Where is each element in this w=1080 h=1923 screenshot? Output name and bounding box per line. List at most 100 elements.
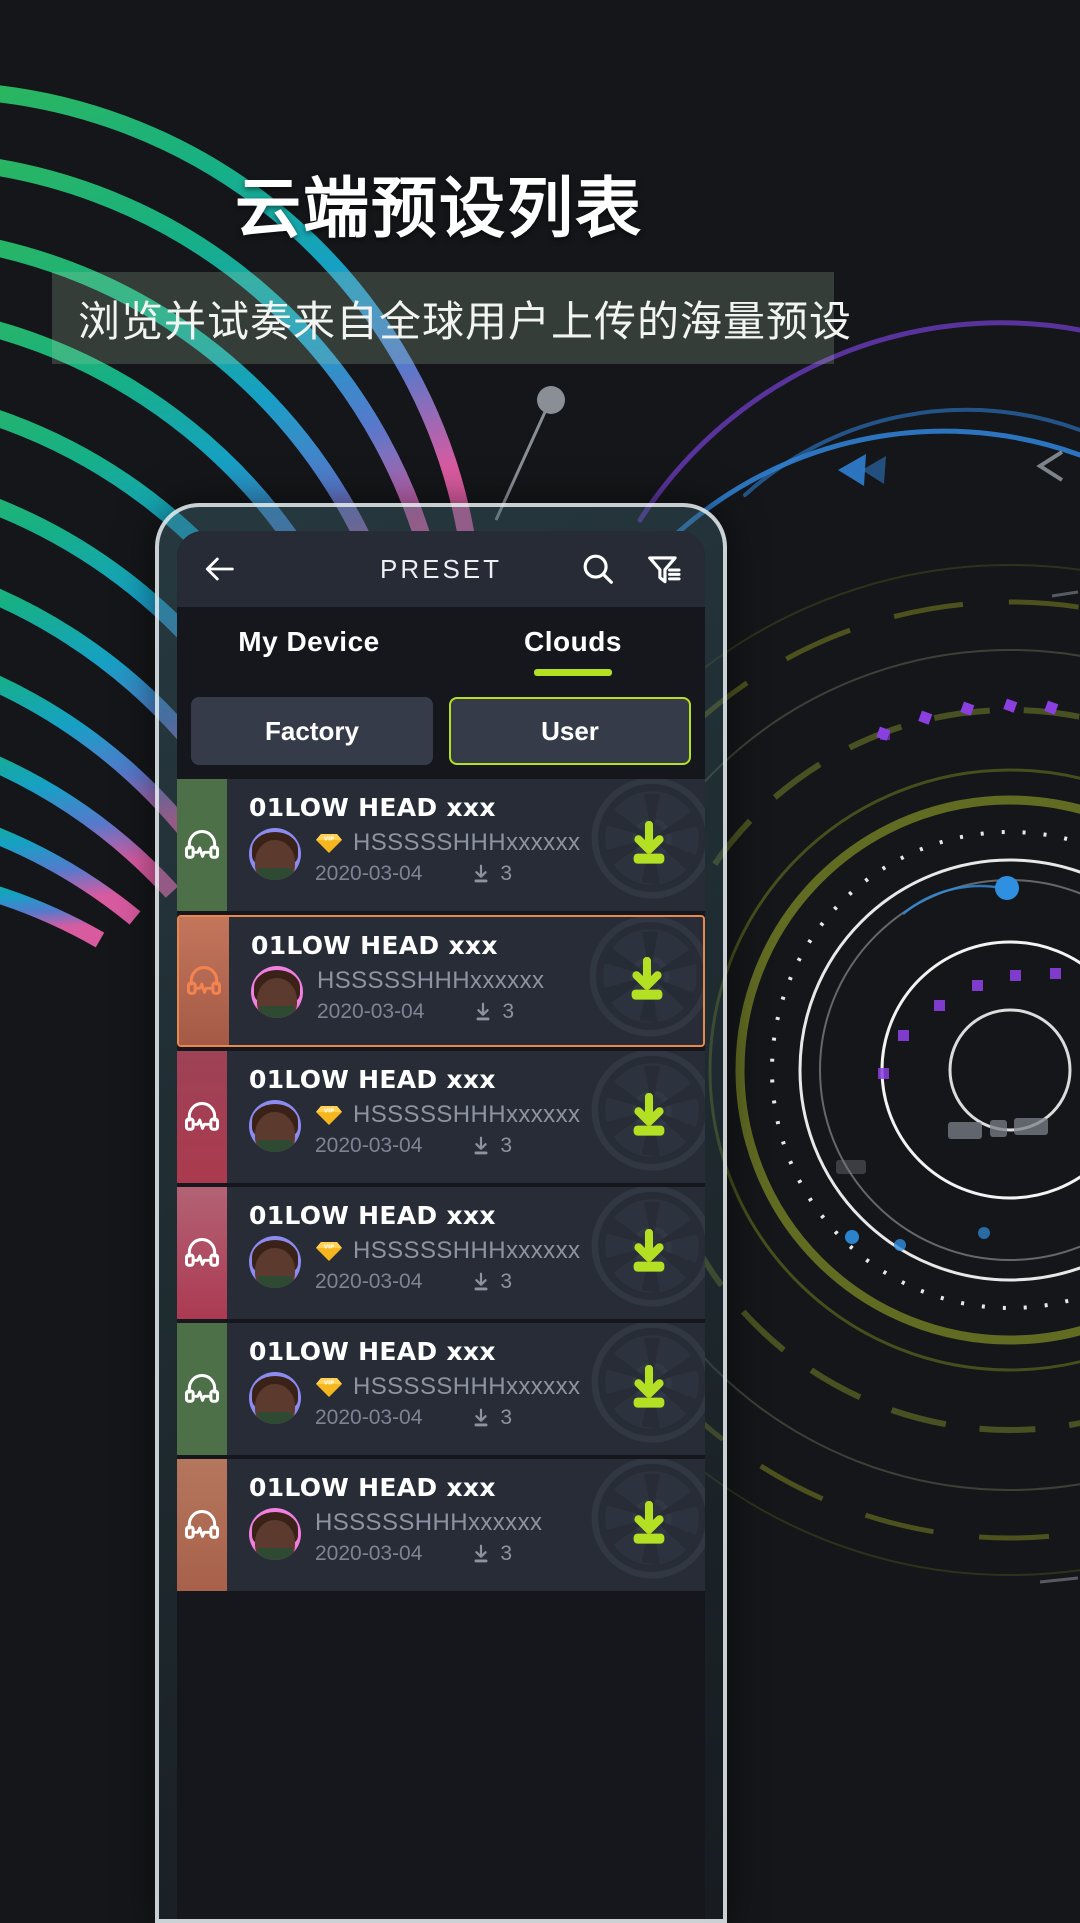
download-button[interactable] xyxy=(624,1501,674,1549)
preset-color-strip xyxy=(177,779,227,911)
preset-meta: VIP HSSSSSHHHxxxxxx 2020-03-04 3 xyxy=(249,1100,593,1158)
preset-meta: VIP HSSSSSHHHxxxxxx 2020-03-04 3 xyxy=(249,828,593,886)
phone-mockup: PRESET My Device Clouds Factory User 01L… xyxy=(155,503,727,1923)
preset-list-item-5[interactable]: 01LOW HEAD xxx VIP HSSSSSHHHxxxxxx xyxy=(177,1459,705,1591)
preset-action xyxy=(589,917,703,1045)
preset-date: 2020-03-04 xyxy=(317,1000,425,1023)
avatar xyxy=(249,828,301,880)
arrow-left-icon[interactable] xyxy=(199,549,239,589)
tab-my-device-label: My Device xyxy=(238,626,380,657)
preset-download-count: 3 xyxy=(470,1134,512,1158)
preset-sub-line: 2020-03-04 3 xyxy=(315,1406,593,1430)
preset-username: HSSSSSHHHxxxxxx xyxy=(315,1509,543,1536)
headphone-waveform-icon xyxy=(184,1374,220,1403)
preset-download-number: 3 xyxy=(500,1134,513,1157)
download-icon xyxy=(475,1272,488,1291)
preset-list-item-1[interactable]: 01LOW HEAD xxx VIP HSSSSSHHHxxxxxx xyxy=(177,915,705,1047)
preset-sub-line: 2020-03-04 3 xyxy=(315,1270,593,1294)
preset-user-line: VIP HSSSSSHHHxxxxxx xyxy=(315,1100,593,1130)
headphone-waveform-icon xyxy=(184,1238,220,1267)
preset-date: 2020-03-04 xyxy=(315,1542,423,1565)
segment-user[interactable]: User xyxy=(449,697,691,765)
preset-list-item-2[interactable]: 01LOW HEAD xxx VIP HSSSSSHHHxxxxxx 2020-… xyxy=(177,1051,705,1183)
preset-info: 01LOW HEAD xxx VIP HSSSSSHHHxxxxxx xyxy=(227,1459,593,1591)
preset-title: 01LOW HEAD xxx xyxy=(249,1065,496,1094)
preset-date: 2020-03-04 xyxy=(315,1270,423,1293)
preset-download-number: 3 xyxy=(500,862,513,885)
preset-sub-line: 2020-03-04 3 xyxy=(317,1000,591,1024)
preset-user-line: VIP HSSSSSHHHxxxxxx xyxy=(317,966,591,996)
tab-clouds-label: Clouds xyxy=(524,626,622,657)
phone-screen: PRESET My Device Clouds Factory User 01L… xyxy=(177,531,705,1919)
tab-my-device[interactable]: My Device xyxy=(177,620,441,676)
preset-color-strip xyxy=(177,1187,227,1319)
preset-user-line: VIP HSSSSSHHHxxxxxx xyxy=(315,1508,593,1538)
preset-download-number: 3 xyxy=(500,1542,513,1565)
preset-download-number: 3 xyxy=(500,1270,513,1293)
preset-meta: VIP HSSSSSHHHxxxxxx 2020-03-04 3 xyxy=(249,1372,593,1430)
tab-clouds[interactable]: Clouds xyxy=(441,620,705,676)
preset-sub-line: 2020-03-04 3 xyxy=(315,862,593,886)
preset-color-strip xyxy=(177,1323,227,1455)
preset-date: 2020-03-04 xyxy=(315,862,423,885)
download-button[interactable] xyxy=(624,1365,674,1413)
preset-action xyxy=(591,779,705,911)
tab-bar: My Device Clouds xyxy=(177,607,705,689)
preset-info: 01LOW HEAD xxx VIP HSSSSSHHHxxxxxx xyxy=(227,1323,593,1455)
preset-list-item-0[interactable]: 01LOW HEAD xxx VIP HSSSSSHHHxxxxxx 2020-… xyxy=(177,779,705,911)
download-button[interactable] xyxy=(622,957,672,1005)
preset-username: HSSSSSHHHxxxxxx xyxy=(353,1101,581,1128)
segment-factory[interactable]: Factory xyxy=(191,697,433,765)
preset-download-number: 3 xyxy=(502,1000,515,1023)
headphone-waveform-icon xyxy=(184,1510,220,1539)
svg-text:VIP: VIP xyxy=(324,836,334,842)
avatar xyxy=(249,1508,301,1560)
svg-text:VIP: VIP xyxy=(324,1108,334,1114)
segment-user-label: User xyxy=(541,715,599,746)
preset-info: 01LOW HEAD xxx VIP HSSSSSHHHxxxxxx xyxy=(229,917,591,1045)
vip-diamond-icon: VIP xyxy=(316,1242,342,1261)
preset-info: 01LOW HEAD xxx VIP HSSSSSHHHxxxxxx xyxy=(227,1187,593,1319)
avatar xyxy=(249,1372,301,1424)
preset-date: 2020-03-04 xyxy=(315,1406,423,1429)
preset-list-item-3[interactable]: 01LOW HEAD xxx VIP HSSSSSHHHxxxxxx 2020-… xyxy=(177,1187,705,1319)
preset-user-line: VIP HSSSSSHHHxxxxxx xyxy=(315,1236,593,1266)
preset-sub-line: 2020-03-04 3 xyxy=(315,1134,593,1158)
preset-download-count: 3 xyxy=(472,1000,514,1024)
download-icon xyxy=(475,1408,488,1427)
avatar xyxy=(251,966,303,1018)
download-icon xyxy=(475,1544,488,1563)
preset-title: 01LOW HEAD xxx xyxy=(249,1337,496,1366)
preset-list[interactable]: 01LOW HEAD xxx VIP HSSSSSHHHxxxxxx 2020-… xyxy=(177,779,705,1591)
preset-title: 01LOW HEAD xxx xyxy=(249,1473,496,1502)
preset-download-number: 3 xyxy=(500,1406,513,1429)
preset-list-item-4[interactable]: 01LOW HEAD xxx VIP HSSSSSHHHxxxxxx 2020-… xyxy=(177,1323,705,1455)
avatar xyxy=(249,1100,301,1152)
preset-title: 01LOW HEAD xxx xyxy=(249,1201,496,1230)
preset-user-line: VIP HSSSSSHHHxxxxxx xyxy=(315,828,593,858)
download-button[interactable] xyxy=(624,1229,674,1277)
app-bar-actions xyxy=(579,550,683,588)
preset-download-count: 3 xyxy=(470,862,512,886)
headphone-waveform-icon xyxy=(184,1102,220,1131)
preset-action xyxy=(591,1323,705,1455)
page-title: 云端预设列表 xyxy=(235,170,643,247)
search-icon[interactable] xyxy=(579,550,617,588)
filter-icon[interactable] xyxy=(645,550,683,588)
vip-diamond-icon: VIP xyxy=(316,1106,342,1125)
preset-info: 01LOW HEAD xxx VIP HSSSSSHHHxxxxxx xyxy=(227,1051,593,1183)
segment-factory-label: Factory xyxy=(265,715,359,746)
preset-username: HSSSSSHHHxxxxxx xyxy=(317,967,545,994)
preset-action xyxy=(591,1051,705,1183)
preset-download-count: 3 xyxy=(470,1406,512,1430)
avatar xyxy=(249,1236,301,1288)
headphone-waveform-icon xyxy=(184,830,220,859)
preset-color-strip xyxy=(177,1459,227,1591)
preset-title: 01LOW HEAD xxx xyxy=(249,793,496,822)
download-button[interactable] xyxy=(624,821,674,869)
preset-user-line: VIP HSSSSSHHHxxxxxx xyxy=(315,1372,593,1402)
segment-bar: Factory User xyxy=(177,689,705,779)
preset-date: 2020-03-04 xyxy=(315,1134,423,1157)
preset-title: 01LOW HEAD xxx xyxy=(251,931,498,960)
download-button[interactable] xyxy=(624,1093,674,1141)
